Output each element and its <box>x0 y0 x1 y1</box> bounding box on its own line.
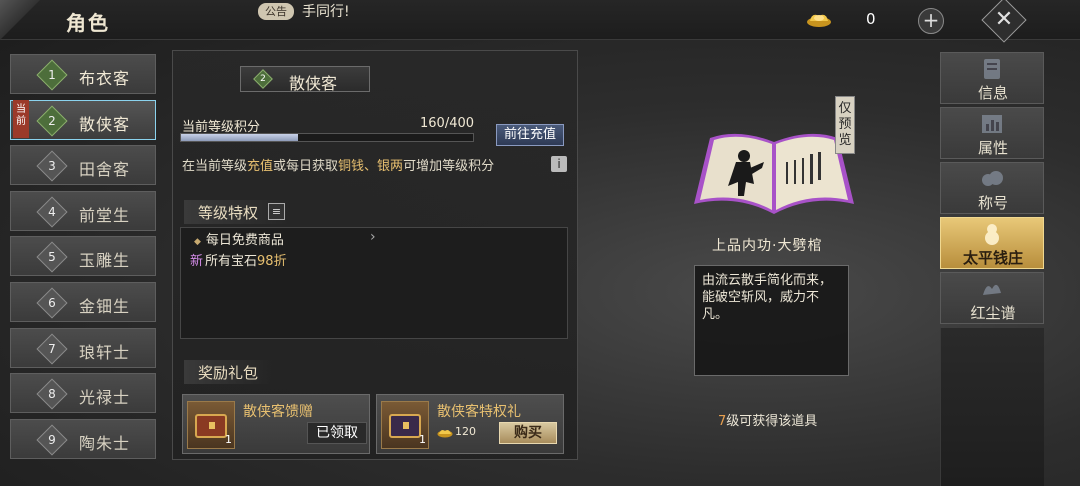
rank-badge-icon: 4 <box>36 196 68 228</box>
tab-label: 太平钱庄 <box>962 249 1023 267</box>
item-description-box: 由流云散手简化而来，能破空斩风，威力不凡。 <box>694 265 849 376</box>
rank-badge-icon: 8 <box>36 378 68 410</box>
rank-item-8[interactable]: 8 光禄士 <box>10 373 156 414</box>
tab-label: 信息 <box>977 84 1008 102</box>
points-progress-fill <box>181 134 298 141</box>
page-title: 角色 <box>66 11 110 35</box>
rank-item-9[interactable]: 9 陶朱士 <box>10 418 156 459</box>
claimed-button[interactable]: 已领取 <box>307 422 367 444</box>
rank-badge-icon: 2 <box>253 69 273 89</box>
points-tip: 在当前等级充值或每日获取铜钱、银两可增加等级积分 <box>182 159 495 174</box>
rank-name: 前堂生 <box>79 205 131 225</box>
item-description: 由流云散手简化而来，能破空斩风，威力不凡。 <box>702 273 833 322</box>
title-cloud-icon <box>982 171 1003 186</box>
corner-decoration <box>0 0 40 40</box>
rank-badge-icon: 3 <box>36 150 68 182</box>
rank-item-7[interactable]: 7 琅轩士 <box>10 327 156 368</box>
rank-name: 陶朱士 <box>79 433 131 453</box>
privilege-title: 等级特权 <box>198 204 259 222</box>
list-icon[interactable]: ≡ <box>268 203 285 220</box>
rank-item-2[interactable]: 当前 2 散侠客 <box>10 99 156 140</box>
rank-list: 1 布衣客 当前 2 散侠客 3 田舍客 4 前堂生 5 玉雕生 6 金钿生 7… <box>10 54 156 464</box>
rank-item-4[interactable]: 4 前堂生 <box>10 190 156 231</box>
bullet-icon: ◆ <box>194 237 201 247</box>
tab-info[interactable]: 信息 <box>940 52 1044 104</box>
tab-label: 属性 <box>977 139 1008 157</box>
top-bar: 角色 公告 手同行! 0 + ✕ <box>0 0 1080 43</box>
tab-attributes[interactable]: 属性 <box>940 107 1044 159</box>
current-rank-tag: 当前 <box>13 99 29 138</box>
buy-button[interactable]: 购买 <box>499 422 557 444</box>
right-tab-bar: 信息 属性 称号 太平钱庄 红尘谱 <box>940 52 1044 327</box>
rank-name: 琅轩士 <box>79 342 131 362</box>
privilege-item: ◆ 每日免费商品 <box>194 233 284 248</box>
currency-amount: 0 <box>866 10 876 28</box>
bank-gourd-icon <box>985 224 999 245</box>
rank-badge-icon: 9 <box>36 424 68 456</box>
gift-card: 1 散侠客特权礼 120 购买 <box>376 394 564 454</box>
tab-bank[interactable]: 太平钱庄 <box>940 217 1044 269</box>
tab-titles[interactable]: 称号 <box>940 162 1044 214</box>
gift-name: 散侠客馈赠 <box>243 404 313 420</box>
info-icon[interactable]: i <box>551 156 567 172</box>
points-value: 160/400 <box>420 116 475 131</box>
rank-item-6[interactable]: 6 金钿生 <box>10 281 156 322</box>
rank-title: 散侠客 <box>289 74 338 93</box>
gift-price: 120 <box>455 425 476 438</box>
recharge-button[interactable]: 前往充值 <box>496 124 564 146</box>
rank-badge-icon: 7 <box>36 333 68 365</box>
points-progress-bar <box>180 133 474 142</box>
info-scroll-icon <box>984 59 1000 79</box>
notice-tag: 公告 <box>258 3 294 20</box>
unlock-requirement: 7级可获得该道具 <box>718 414 818 429</box>
rank-badge-icon: 5 <box>36 241 68 273</box>
notice-text: 手同行! <box>302 4 350 20</box>
reward-title: 奖励礼包 <box>198 364 259 382</box>
tab-label: 称号 <box>977 194 1008 212</box>
right-panel-strip <box>940 328 1044 486</box>
close-button[interactable]: ✕ <box>981 0 1027 43</box>
rank-item-3[interactable]: 3 田舍客 <box>10 145 156 186</box>
gold-ingot-icon <box>437 430 453 438</box>
preview-only-tag: 仅预览 <box>835 96 855 154</box>
rank-title-plaque: 2 散侠客 <box>240 66 370 93</box>
reward-header: 奖励礼包 <box>184 360 274 384</box>
close-icon: ✕ <box>994 7 1014 33</box>
item-name: 上品内功·大劈棺 <box>712 238 823 254</box>
privilege-header: 等级特权 ≡ <box>184 200 290 224</box>
new-tag: 新 <box>190 254 204 269</box>
chevron-right-icon[interactable]: › <box>370 229 376 245</box>
rank-name: 光禄士 <box>79 388 131 408</box>
rank-name: 散侠客 <box>79 114 131 134</box>
rank-name: 田舍客 <box>79 160 131 180</box>
rank-name: 玉雕生 <box>79 251 131 271</box>
tab-red-dust[interactable]: 红尘谱 <box>940 272 1044 324</box>
add-currency-button[interactable]: + <box>918 8 944 34</box>
rank-badge-icon: 2 <box>36 105 68 137</box>
rank-item-1[interactable]: 1 布衣客 <box>10 54 156 94</box>
red-dust-icon <box>983 284 1001 295</box>
gift-count: 1 <box>419 433 426 446</box>
attribute-chart-icon <box>982 115 1002 133</box>
privilege-item: 新所有宝石98折 <box>190 254 287 269</box>
rank-badge-icon: 6 <box>36 287 68 319</box>
gold-ingot-icon <box>807 14 831 27</box>
gift-name: 散侠客特权礼 <box>437 404 521 420</box>
gift-card: 1 散侠客馈赠 已领取 <box>182 394 370 454</box>
tab-label: 红尘谱 <box>970 304 1016 322</box>
gift-count: 1 <box>225 433 232 446</box>
rank-name: 布衣客 <box>79 69 131 88</box>
rank-badge-icon: 1 <box>36 59 68 91</box>
rank-name: 金钿生 <box>79 296 131 316</box>
rank-item-5[interactable]: 5 玉雕生 <box>10 236 156 277</box>
